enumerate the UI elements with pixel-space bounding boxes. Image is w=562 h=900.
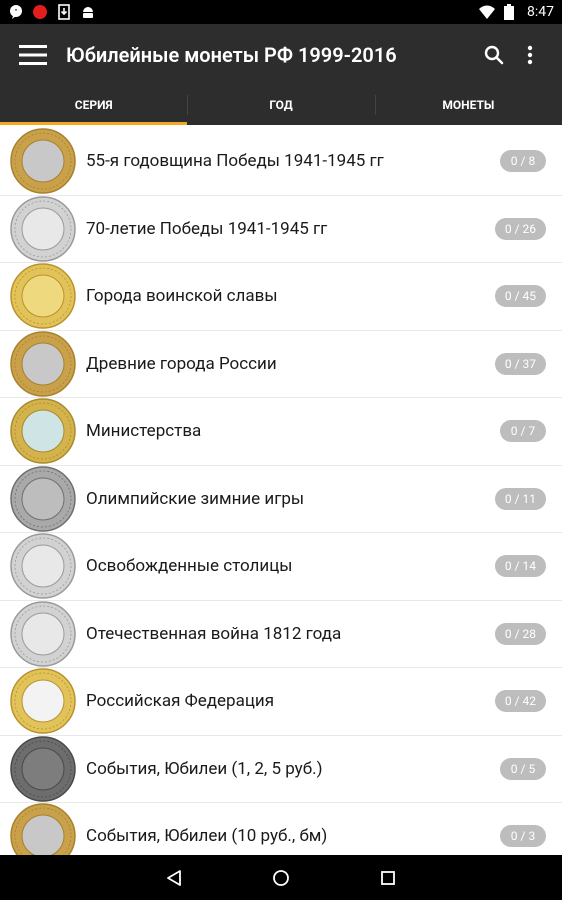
series-count-badge: 0 / 8: [500, 150, 546, 173]
series-row[interactable]: Освобожденные столицы 0 / 14: [0, 533, 562, 601]
series-label: События, Юбилеи (1, 2, 5 руб.): [86, 758, 323, 779]
series-count-badge: 0 / 7: [500, 420, 546, 443]
app-toolbar: Юбилейные монеты РФ 1999-2016: [0, 24, 562, 85]
chat-bubble-icon: ": [8, 4, 24, 20]
tab-year[interactable]: ГОД: [187, 85, 374, 125]
recents-square-icon[interactable]: [368, 858, 408, 898]
search-icon[interactable]: [476, 24, 512, 85]
series-label: Министерства: [86, 421, 202, 442]
series-count-badge: 0 / 42: [494, 690, 546, 713]
coin-thumbnail: [10, 466, 76, 532]
coin-thumbnail: [10, 196, 76, 262]
series-count-badge: 0 / 5: [500, 757, 546, 780]
coin-thumbnail: [10, 398, 76, 464]
more-vert-icon[interactable]: [512, 24, 548, 85]
record-dot-icon: [32, 4, 48, 20]
series-list: 55-я годовщина Победы 1941-1945 гг 0 / 8 7…: [0, 128, 562, 855]
series-label: События, Юбилеи (10 руб., бм): [86, 826, 328, 847]
coin-thumbnail: [10, 128, 76, 194]
series-row[interactable]: События, Юбилеи (1, 2, 5 руб.) 0 / 5: [0, 736, 562, 803]
status-bar: " 8:47: [0, 0, 562, 24]
series-row[interactable]: Министерства 0 / 7: [0, 398, 562, 466]
battery-icon: [501, 4, 517, 20]
series-label: Олимпийские зимние игры: [86, 488, 305, 509]
series-row[interactable]: События, Юбилеи (10 руб., бм) 0 / 3: [0, 803, 562, 855]
hamburger-menu-icon[interactable]: [0, 24, 66, 85]
series-label: Российская Федерация: [86, 691, 275, 712]
series-count-badge: 0 / 3: [500, 825, 546, 848]
series-row[interactable]: Российская Федерация 0 / 42: [0, 668, 562, 736]
series-label: Города воинской славы: [86, 286, 278, 307]
series-row[interactable]: 55-я годовщина Победы 1941-1945 гг 0 / 8: [0, 128, 562, 196]
wifi-icon: [479, 4, 495, 20]
series-count-badge: 0 / 45: [494, 285, 546, 308]
series-row[interactable]: Древние города России 0 / 37: [0, 331, 562, 398]
series-label: Освобожденные столицы: [86, 556, 293, 577]
series-row[interactable]: Города воинской славы 0 / 45: [0, 263, 562, 331]
coin-thumbnail: [10, 803, 76, 855]
android-icon: [80, 4, 96, 20]
series-count-badge: 0 / 11: [494, 487, 546, 510]
home-circle-icon[interactable]: [261, 858, 301, 898]
series-count-badge: 0 / 37: [494, 352, 546, 375]
series-row[interactable]: Олимпийские зимние игры 0 / 11: [0, 466, 562, 533]
series-row[interactable]: Отечественная война 1812 года 0 / 28: [0, 601, 562, 668]
series-count-badge: 0 / 14: [494, 555, 546, 578]
coin-thumbnail: [10, 263, 76, 329]
coin-thumbnail: [10, 736, 76, 802]
back-triangle-icon[interactable]: [154, 858, 194, 898]
status-time: 8:47: [527, 4, 554, 20]
tab-coins[interactable]: МОНЕТЫ: [374, 85, 562, 125]
series-count-badge: 0 / 28: [494, 622, 546, 645]
download-icon: [56, 4, 72, 20]
series-label: Отечественная война 1812 года: [86, 623, 342, 644]
coin-thumbnail: [10, 601, 76, 667]
coin-thumbnail: [10, 668, 76, 734]
tab-bar: СЕРИЯ ГОД МОНЕТЫ: [0, 85, 562, 125]
series-row[interactable]: 70-летие Победы 1941-1945 гг 0 / 26: [0, 196, 562, 263]
series-label: 55-я годовщина Победы 1941-1945 гг: [86, 151, 384, 172]
coin-thumbnail: [10, 331, 76, 397]
coin-thumbnail: [10, 533, 76, 599]
series-label: 70-летие Победы 1941-1945 гг: [86, 218, 328, 239]
app-title: Юбилейные монеты РФ 1999-2016: [66, 42, 397, 67]
system-nav-bar: [0, 855, 562, 900]
series-count-badge: 0 / 26: [494, 217, 546, 240]
series-label: Древние города России: [86, 353, 277, 374]
tab-series[interactable]: СЕРИЯ: [0, 85, 188, 125]
